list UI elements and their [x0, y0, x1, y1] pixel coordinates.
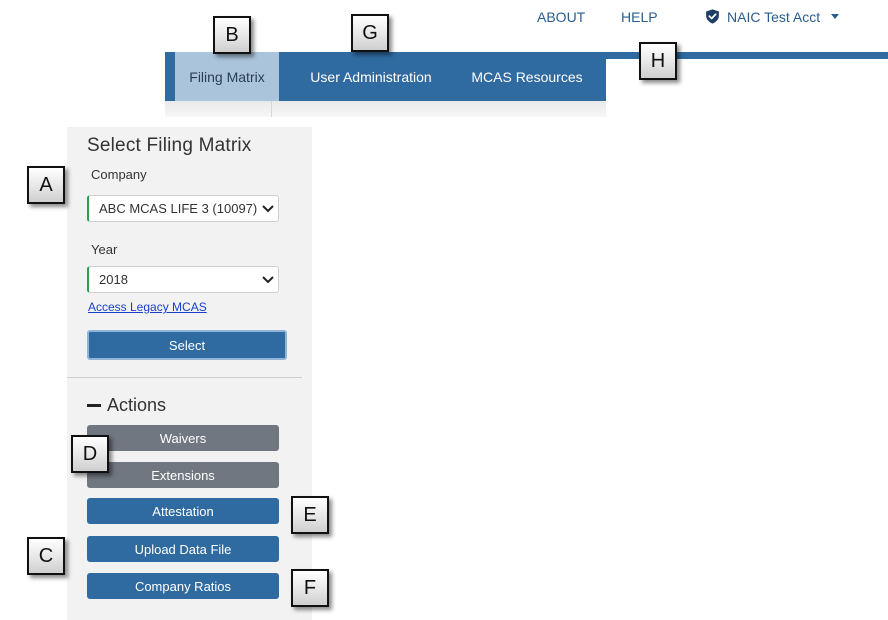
year-select-value: 2018 — [99, 272, 128, 287]
company-select[interactable]: ABC MCAS LIFE 3 (10097) — [87, 195, 279, 222]
about-link[interactable]: ABOUT — [537, 9, 585, 25]
callout-d: D — [71, 435, 109, 473]
user-menu[interactable]: NAIC Test Acct — [704, 8, 840, 25]
nav-shadow — [165, 101, 606, 117]
tab-label: MCAS Resources — [471, 68, 583, 85]
select-button[interactable]: Select — [87, 330, 287, 360]
access-legacy-link[interactable]: Access Legacy MCAS — [88, 300, 207, 314]
tab-user-administration[interactable]: User Administration — [290, 52, 452, 101]
callout-c: C — [27, 537, 65, 575]
tab-filing-matrix[interactable]: Filing Matrix — [175, 52, 279, 101]
user-name: NAIC Test Acct — [727, 8, 821, 25]
divider — [271, 101, 272, 117]
callout-e: E — [291, 496, 329, 534]
callout-b: B — [213, 16, 251, 54]
callout-g: G — [351, 14, 389, 52]
waivers-button[interactable]: Waivers — [87, 425, 279, 451]
upload-data-file-button[interactable]: Upload Data File — [87, 536, 279, 562]
callout-f: F — [291, 569, 329, 607]
caret-down-icon — [830, 13, 840, 21]
chevron-down-icon — [258, 275, 278, 284]
extensions-button[interactable]: Extensions — [87, 462, 279, 488]
shield-check-icon — [704, 8, 721, 25]
help-link[interactable]: HELP — [621, 9, 658, 25]
divider — [67, 377, 302, 378]
tab-mcas-resources[interactable]: MCAS Resources — [459, 52, 595, 101]
chevron-down-icon — [258, 204, 278, 213]
section-title: Select Filing Matrix — [87, 135, 252, 156]
callout-h: H — [639, 42, 677, 80]
tab-label: User Administration — [310, 68, 432, 85]
collapse-icon — [87, 404, 101, 407]
actions-header[interactable]: Actions — [87, 395, 166, 416]
year-label: Year — [91, 242, 118, 257]
company-ratios-button[interactable]: Company Ratios — [87, 573, 279, 599]
year-select[interactable]: 2018 — [87, 266, 279, 293]
company-label: Company — [91, 167, 147, 182]
callout-a: A — [27, 166, 65, 204]
actions-title: Actions — [107, 395, 167, 415]
tab-label: Filing Matrix — [189, 68, 265, 85]
company-select-value: ABC MCAS LIFE 3 (10097) — [99, 201, 258, 216]
attestation-button[interactable]: Attestation — [87, 498, 279, 524]
